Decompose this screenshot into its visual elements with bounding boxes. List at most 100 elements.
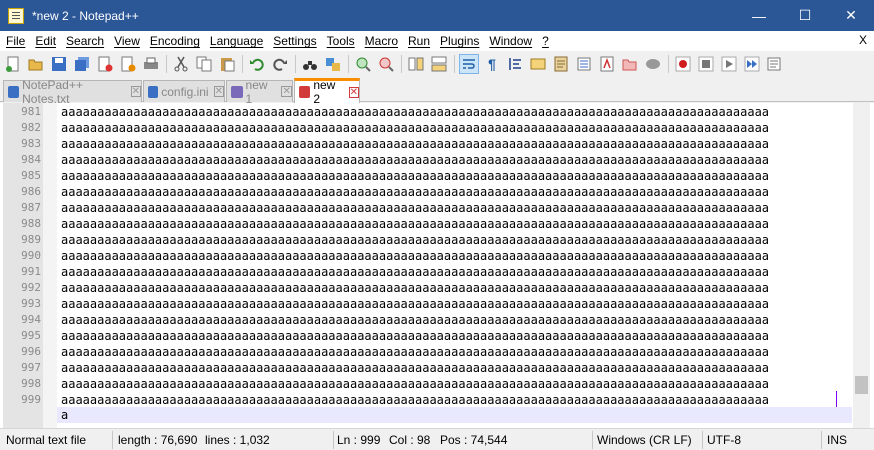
tab-close-icon[interactable]: ✕ bbox=[348, 86, 359, 98]
document-list-button[interactable] bbox=[574, 54, 594, 74]
tab-close-icon[interactable]: ✕ bbox=[281, 86, 292, 97]
tab-close-icon[interactable]: ✕ bbox=[130, 86, 141, 97]
scrollbar-thumb[interactable] bbox=[855, 376, 868, 394]
undo-button[interactable] bbox=[247, 54, 267, 74]
status-lines: lines : 1,032 bbox=[205, 433, 270, 447]
toolbar-separator bbox=[166, 54, 167, 73]
menu-run[interactable]: Run bbox=[404, 34, 434, 48]
line-number: 999 bbox=[21, 393, 41, 406]
open-folder-icon bbox=[28, 59, 43, 70]
text-caret bbox=[836, 391, 837, 407]
menu-tools[interactable]: Tools bbox=[323, 34, 359, 48]
monitoring-icon bbox=[646, 58, 660, 69]
close-all-button[interactable] bbox=[118, 54, 138, 74]
minimize-button[interactable]: — bbox=[736, 0, 782, 31]
tab-close-icon[interactable]: ✕ bbox=[213, 86, 224, 97]
monitoring-button[interactable] bbox=[643, 54, 663, 74]
line-number: 990 bbox=[21, 249, 41, 262]
indent-guide-icon bbox=[509, 57, 521, 70]
fold-margin bbox=[43, 103, 57, 428]
notepad-app-icon bbox=[8, 7, 24, 24]
menu-encoding[interactable]: Encoding bbox=[146, 34, 204, 48]
word-wrap-button[interactable] bbox=[459, 53, 479, 74]
status-file-type: Normal text file bbox=[6, 433, 87, 447]
tab-config-ini[interactable]: config.ini ✕ bbox=[143, 80, 225, 102]
menu-view[interactable]: View bbox=[110, 34, 144, 48]
zoom-out-button[interactable] bbox=[376, 54, 396, 74]
binoculars-icon bbox=[303, 60, 317, 70]
line-number: 984 bbox=[21, 153, 41, 166]
folder-workspace-icon bbox=[622, 59, 637, 70]
show-all-characters-button[interactable]: ¶ bbox=[482, 54, 502, 74]
line-number: 988 bbox=[21, 217, 41, 230]
zoom-out-icon bbox=[379, 57, 394, 72]
udl-icon bbox=[530, 58, 546, 69]
toolbar-separator bbox=[401, 54, 402, 73]
line-number: 993 bbox=[21, 297, 41, 310]
new-file-icon bbox=[6, 56, 19, 72]
document-tab-bar: NotePad++ Notes.txt ✕ config.ini ✕ new 1… bbox=[0, 76, 874, 106]
line-number: 986 bbox=[21, 185, 41, 198]
menu-edit[interactable]: Edit bbox=[31, 34, 60, 48]
menu-macro[interactable]: Macro bbox=[361, 34, 402, 48]
sync-vertical-button[interactable] bbox=[406, 54, 426, 74]
menu-search[interactable]: Search bbox=[62, 34, 108, 48]
line-number: 985 bbox=[21, 169, 41, 182]
menu-plugins[interactable]: Plugins bbox=[436, 34, 483, 48]
sync-horizontal-button[interactable] bbox=[429, 54, 449, 74]
function-list-button[interactable] bbox=[597, 54, 617, 74]
paste-button[interactable] bbox=[217, 54, 237, 74]
macro-run-multiple-button[interactable] bbox=[742, 54, 762, 74]
menu-file[interactable]: File bbox=[2, 34, 29, 48]
folder-as-workspace-button[interactable] bbox=[620, 54, 640, 74]
line-number: 991 bbox=[21, 265, 41, 278]
title-bar: *new 2 - Notepad++ — ☐ ✕ bbox=[0, 0, 874, 31]
status-separator bbox=[702, 431, 703, 449]
open-file-button[interactable] bbox=[26, 54, 46, 74]
copy-icon bbox=[196, 56, 212, 71]
text-line: aaaaaaaaaaaaaaaaaaaaaaaaaaaaaaaaaaaaaaaa… bbox=[61, 169, 770, 183]
tab-new-1[interactable]: new 1 ✕ bbox=[226, 78, 293, 106]
replace-button[interactable] bbox=[323, 54, 343, 74]
sync-vertical-icon bbox=[408, 57, 424, 70]
status-separator bbox=[821, 431, 822, 449]
maximize-button[interactable]: ☐ bbox=[782, 0, 828, 31]
status-encoding: UTF-8 bbox=[707, 433, 741, 447]
menu-language[interactable]: Language bbox=[206, 34, 267, 48]
document-map-button[interactable] bbox=[551, 54, 571, 74]
close-document-button[interactable]: X bbox=[859, 33, 867, 47]
current-line-highlight bbox=[57, 407, 852, 423]
menu-settings[interactable]: Settings bbox=[269, 34, 320, 48]
menu-help[interactable]: ? bbox=[538, 34, 553, 48]
line-number: 989 bbox=[21, 233, 41, 246]
new-file-button[interactable] bbox=[3, 54, 23, 74]
find-button[interactable] bbox=[300, 54, 320, 74]
editor[interactable]: 981 aaaaaaaaaaaaaaaaaaaaaaaaaaaaaaaaaaaaa… bbox=[0, 103, 874, 428]
macro-record-button[interactable] bbox=[673, 54, 693, 74]
text-line: aaaaaaaaaaaaaaaaaaaaaaaaaaaaaaaaaaaaaaaa… bbox=[61, 393, 770, 407]
redo-button[interactable] bbox=[270, 54, 290, 74]
close-button[interactable] bbox=[95, 54, 115, 74]
macro-stop-button[interactable] bbox=[696, 54, 716, 74]
save-all-button[interactable] bbox=[72, 54, 92, 74]
macro-save-button[interactable] bbox=[765, 54, 785, 74]
menu-window[interactable]: Window bbox=[485, 34, 536, 48]
tab-notepad-notes[interactable]: NotePad++ Notes.txt ✕ bbox=[3, 78, 142, 106]
close-window-button[interactable]: ✕ bbox=[828, 0, 874, 31]
copy-button[interactable] bbox=[194, 54, 214, 74]
undo-icon bbox=[250, 58, 264, 71]
status-separator bbox=[592, 431, 593, 449]
user-defined-language-button[interactable] bbox=[528, 54, 548, 74]
status-length: length : 76,690 bbox=[118, 433, 198, 447]
macro-play-button[interactable] bbox=[719, 54, 739, 74]
indent-guide-button[interactable] bbox=[505, 54, 525, 74]
saved-file-icon bbox=[8, 85, 20, 98]
vertical-scrollbar[interactable] bbox=[853, 103, 870, 428]
replace-icon bbox=[326, 57, 340, 71]
save-button[interactable] bbox=[49, 54, 69, 74]
cut-button[interactable] bbox=[171, 54, 191, 74]
zoom-in-button[interactable] bbox=[353, 54, 373, 74]
tab-new-2[interactable]: new 2 ✕ bbox=[294, 78, 360, 106]
line-number: 992 bbox=[21, 281, 41, 294]
print-button[interactable] bbox=[141, 54, 161, 74]
